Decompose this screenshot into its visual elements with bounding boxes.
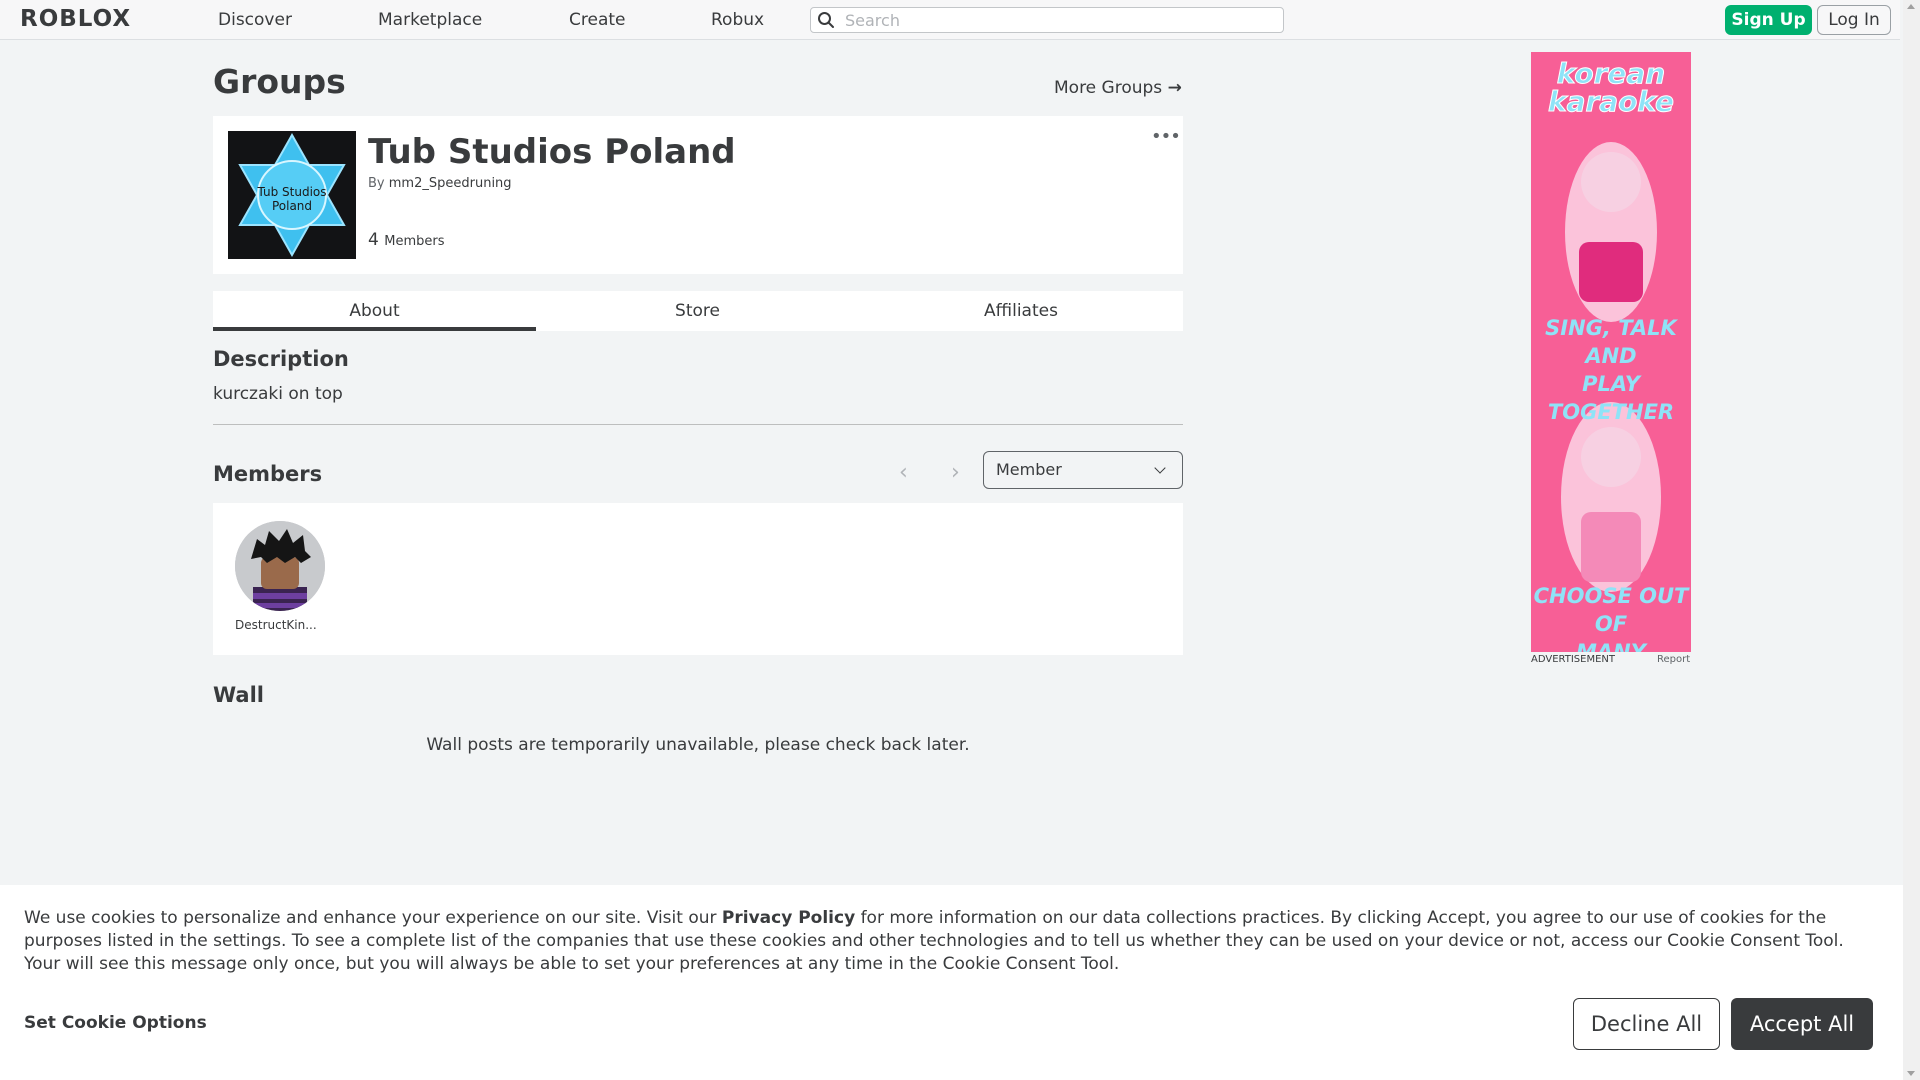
more-groups-link[interactable]: More Groups →: [1054, 78, 1182, 98]
more-groups-label: More Groups: [1054, 78, 1163, 98]
members-list: DestructKin...: [213, 503, 1183, 655]
log-in-button[interactable]: Log In: [1817, 5, 1891, 35]
top-navigation-bar: ROBLOX Discover Marketplace Create Robux…: [0, 0, 1900, 40]
description-heading: Description: [213, 347, 349, 371]
accept-all-button[interactable]: Accept All: [1731, 998, 1873, 1050]
member-name[interactable]: DestructKin...: [235, 618, 325, 632]
chevron-down-icon: [1154, 462, 1166, 474]
group-header-card: Tub Studios Poland Tub Studios Poland By…: [213, 116, 1183, 274]
members-heading: Members: [213, 462, 323, 486]
wall-unavailable-message: Wall posts are temporarily unavailable, …: [426, 735, 970, 755]
cookie-consent-banner: We use cookies to personalize and enhanc…: [0, 885, 1903, 1080]
avatar[interactable]: [235, 521, 325, 611]
search-icon: [818, 12, 834, 28]
group-tabs: About Store Affiliates: [213, 291, 1183, 331]
roblox-logo[interactable]: ROBLOX: [20, 6, 131, 32]
owner-link[interactable]: mm2_Speedruning: [389, 176, 512, 191]
nav-robux[interactable]: Robux: [711, 10, 764, 30]
cookie-text-intro: We use cookies to personalize and enhanc…: [24, 908, 722, 928]
tab-store[interactable]: Store: [536, 291, 859, 331]
cookie-consent-text: We use cookies to personalize and enhanc…: [24, 907, 1884, 976]
member-count-label: Members: [384, 234, 445, 249]
page-scrollbar[interactable]: [1903, 0, 1920, 1080]
scroll-down-icon[interactable]: [1907, 1071, 1915, 1076]
nav-marketplace[interactable]: Marketplace: [378, 10, 482, 30]
emblem-text-line2: Poland: [271, 199, 313, 213]
ellipsis-icon[interactable]: •••: [1151, 126, 1181, 147]
ad-headline: korean karaoke: [1531, 57, 1691, 118]
section-divider: [213, 424, 1183, 425]
page-title: Groups: [213, 62, 346, 101]
group-owner: By mm2_Speedruning: [368, 176, 512, 191]
ad-middle-line1: SING, TALK AND: [1545, 316, 1677, 368]
description-text: kurczaki on top: [213, 384, 343, 404]
search-placeholder: Search: [845, 11, 900, 30]
role-filter-value: Member: [996, 460, 1062, 479]
advertisement-banner[interactable]: korean karaoke SING, TALK AND PLAY TOGET…: [1531, 52, 1691, 652]
group-name: Tub Studios Poland: [368, 132, 736, 172]
privacy-policy-link[interactable]: Privacy Policy: [722, 908, 855, 928]
chevron-left-icon[interactable]: ‹: [899, 460, 908, 485]
sign-up-button[interactable]: Sign Up: [1725, 5, 1812, 35]
ad-headline-line2: karaoke: [1547, 85, 1675, 118]
ad-middle-line2: PLAY TOGETHER: [1547, 372, 1675, 424]
emblem-caption: Tub Studios Poland: [228, 185, 356, 213]
nav-discover[interactable]: Discover: [218, 10, 292, 30]
set-cookie-options-link[interactable]: Set Cookie Options: [24, 1013, 207, 1033]
nav-create[interactable]: Create: [569, 10, 626, 30]
ad-footer-text: CHOOSE OUT OF MANY SONGS!: [1531, 582, 1691, 652]
ad-headline-line1: korean: [1556, 57, 1666, 90]
emblem-text-line1: Tub Studios: [257, 185, 327, 199]
chevron-right-icon[interactable]: ›: [951, 460, 960, 485]
owner-by-label: By: [368, 176, 385, 191]
scroll-up-icon[interactable]: [1907, 4, 1915, 9]
tab-about[interactable]: About: [213, 291, 536, 331]
arrow-right-icon: →: [1167, 78, 1182, 98]
wall-heading: Wall: [213, 683, 264, 707]
ad-report-link[interactable]: Report: [1657, 654, 1690, 665]
member-count-value: 4: [368, 230, 379, 250]
group-emblem: Tub Studios Poland: [228, 131, 356, 259]
tab-affiliates[interactable]: Affiliates: [859, 291, 1183, 331]
decline-all-button[interactable]: Decline All: [1573, 998, 1720, 1050]
ad-footer-line2: MANY SONGS!: [1576, 640, 1646, 652]
ad-middle-text: SING, TALK AND PLAY TOGETHER: [1531, 314, 1691, 426]
avatar-headshot-graphic: [235, 521, 325, 611]
role-filter-dropdown[interactable]: Member: [983, 451, 1183, 489]
member-count: 4 Members: [368, 230, 444, 250]
advertisement-label: ADVERTISEMENT: [1531, 654, 1616, 665]
ad-footer-line1: CHOOSE OUT OF: [1533, 584, 1689, 636]
search-input[interactable]: Search: [810, 7, 1284, 33]
